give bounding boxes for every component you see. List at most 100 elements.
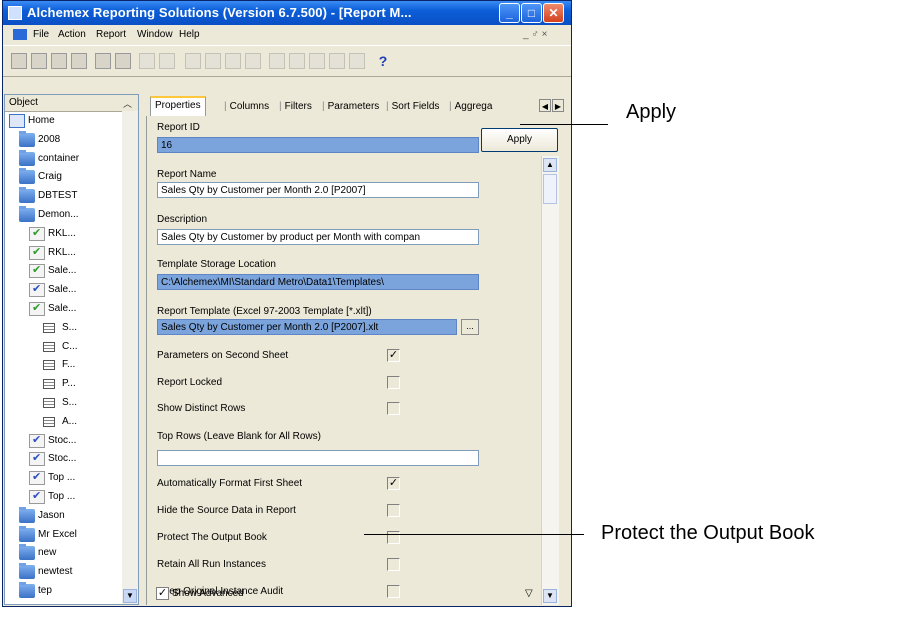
- toolbar-import-icon[interactable]: [95, 53, 111, 69]
- tree-item-label: Demon...: [38, 209, 79, 220]
- home-icon: [9, 114, 25, 128]
- folder-icon: [19, 563, 35, 580]
- scroll-thumb[interactable]: [543, 174, 557, 204]
- report-icon: [29, 263, 45, 279]
- folder-icon: [19, 206, 35, 222]
- toolbar-search-icon[interactable]: [245, 53, 261, 69]
- toolbar: ?: [3, 45, 571, 77]
- protect-output-checkbox[interactable]: [387, 531, 400, 544]
- mdi-controls[interactable]: _ ♂ ×: [523, 29, 547, 40]
- toolbar-schedule-icon[interactable]: [329, 53, 345, 69]
- tab-scroll-right-icon[interactable]: ▶: [552, 99, 564, 112]
- properties-panel: Report ID 16 Report Name Sales Qty by Cu…: [146, 116, 539, 605]
- tree-item-label: A...: [62, 415, 78, 427]
- toolbar-new-icon[interactable]: [11, 53, 27, 69]
- auto-format-checkbox[interactable]: ✓: [387, 477, 400, 490]
- toolbar-preview-icon[interactable]: [309, 53, 325, 69]
- menu-window[interactable]: Window: [137, 29, 173, 40]
- toolbar-copy-icon[interactable]: [71, 53, 87, 69]
- title-bar: Alchemex Reporting Solutions (Version 6.…: [3, 1, 571, 25]
- tab-scroll-left-icon[interactable]: ◀: [539, 99, 551, 112]
- menu-help[interactable]: Help: [179, 29, 200, 40]
- tree-item-label: P...: [62, 378, 76, 390]
- report-name-field[interactable]: Sales Qty by Customer per Month 2.0 [P20…: [157, 182, 479, 198]
- tree-item-label: S...: [62, 321, 78, 333]
- maximize-button[interactable]: □: [521, 3, 542, 23]
- retain-instances-checkbox[interactable]: [387, 558, 400, 571]
- report-locked-checkbox[interactable]: [387, 376, 400, 389]
- toolbar-zoom-icon[interactable]: [349, 53, 365, 69]
- toolbar-export-icon[interactable]: [115, 53, 131, 69]
- advanced-toggle-icon[interactable]: ▽: [525, 588, 533, 599]
- tree-item-label: Sale...: [48, 284, 77, 296]
- top-rows-field[interactable]: [157, 450, 479, 466]
- grid-icon: [43, 341, 55, 352]
- tree-item-label: Top ...: [48, 472, 76, 484]
- tree-item-label: Craig: [38, 171, 62, 183]
- tab-parameters[interactable]: Parameters: [322, 98, 380, 116]
- hide-source-checkbox[interactable]: [387, 504, 400, 517]
- scroll-down-icon[interactable]: ▼: [543, 589, 557, 603]
- tab-aggregation[interactable]: Aggrega: [449, 98, 493, 116]
- toolbar-link-icon[interactable]: [269, 53, 285, 69]
- apply-button[interactable]: Apply: [481, 128, 558, 152]
- keep-audit-checkbox[interactable]: [387, 585, 400, 598]
- hide-source-label: Hide the Source Data in Report: [157, 505, 296, 516]
- tree-item-label: Mr Excel: [38, 528, 77, 540]
- report-template-field[interactable]: Sales Qty by Customer per Month 2.0 [P20…: [157, 319, 457, 335]
- toolbar-design-icon[interactable]: [205, 53, 221, 69]
- tree-header-label: Object: [9, 97, 38, 108]
- tree-item-label: Jason: [38, 509, 65, 521]
- report-id-field[interactable]: 16: [157, 137, 479, 153]
- minimize-button[interactable]: _: [499, 3, 520, 23]
- grid-icon: [43, 379, 55, 390]
- tab-sort-fields[interactable]: Sort Fields: [386, 98, 440, 116]
- tab-properties[interactable]: Properties: [150, 96, 206, 116]
- description-field[interactable]: Sales Qty by Customer by product per Mon…: [157, 229, 479, 245]
- toolbar-properties-icon[interactable]: [51, 53, 67, 69]
- grid-icon: [43, 322, 55, 333]
- tab-filters[interactable]: Filters: [279, 98, 312, 116]
- menu-file[interactable]: File: [33, 29, 49, 40]
- template-location-field[interactable]: C:\Alchemex\MI\Standard Metro\Data1\Temp…: [157, 274, 479, 290]
- scroll-up-icon[interactable]: ▲: [543, 158, 557, 172]
- window-title: Alchemex Reporting Solutions (Version 6.…: [27, 5, 412, 20]
- show-distinct-rows-checkbox[interactable]: [387, 402, 400, 415]
- report-icon: [29, 470, 45, 486]
- toolbar-run-icon[interactable]: [185, 53, 201, 69]
- toolbar-filter-icon[interactable]: [139, 53, 155, 69]
- toolbar-print-icon[interactable]: [289, 53, 305, 69]
- toolbar-delete-icon[interactable]: [31, 53, 47, 69]
- tree-item-label: tep: [38, 585, 52, 596]
- toolbar-sort-icon[interactable]: [159, 53, 175, 69]
- help-icon[interactable]: ?: [375, 53, 391, 69]
- show-advanced-checkbox[interactable]: ✓: [156, 587, 169, 600]
- report-icon: [29, 282, 45, 298]
- properties-scrollbar[interactable]: ▲ ▼: [541, 156, 559, 605]
- close-button[interactable]: ✕: [543, 3, 564, 23]
- parameters-second-sheet-checkbox[interactable]: ✓: [387, 349, 400, 362]
- top-rows-label: Top Rows (Leave Blank for All Rows): [157, 431, 321, 442]
- browse-button[interactable]: ...: [461, 319, 479, 335]
- folder-icon: [19, 168, 35, 185]
- menu-report[interactable]: Report: [96, 29, 126, 40]
- scroll-down-icon[interactable]: ▼: [123, 589, 137, 603]
- tree-header: Object ︿: [5, 95, 138, 112]
- collapse-icon[interactable]: ︿: [123, 97, 132, 110]
- report-icon: [29, 301, 45, 316]
- tab-columns[interactable]: Columns: [224, 98, 269, 116]
- grid-icon: [43, 360, 55, 371]
- menu-action[interactable]: Action: [58, 29, 86, 40]
- tree-item-label: RKL...: [48, 246, 76, 258]
- report-icon: [29, 433, 45, 448]
- tree-item-label: Home: [28, 115, 55, 126]
- folder-icon: [19, 130, 35, 147]
- toolbar-sql-icon[interactable]: [225, 53, 241, 69]
- report-template-label: Report Template (Excel 97-2003 Template …: [157, 306, 372, 317]
- tree-item-label: S...: [62, 397, 78, 408]
- report-icon: [29, 451, 45, 467]
- tree-scrollbar[interactable]: ▼: [122, 111, 138, 604]
- folder-icon: [19, 544, 35, 561]
- object-tree[interactable]: Object ︿ Home 2008 container Craig DBTEST Dem…: [4, 94, 139, 605]
- tree-item-label: F...: [62, 359, 76, 371]
